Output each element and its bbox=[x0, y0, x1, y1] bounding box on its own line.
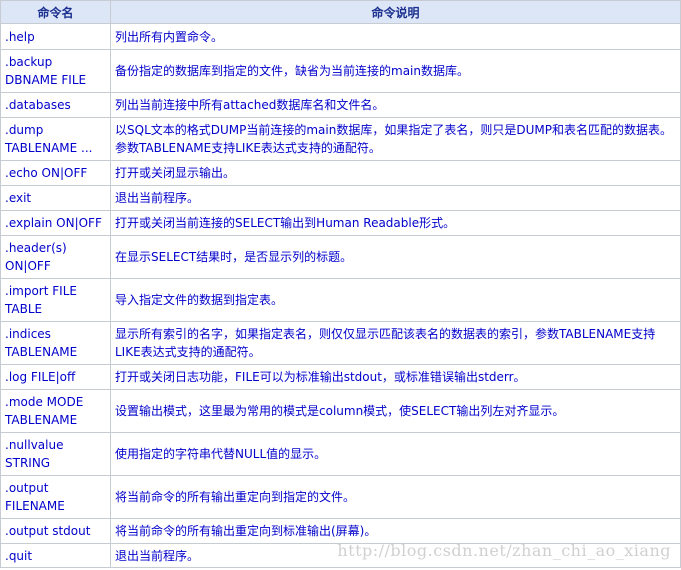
description-cell: 将当前命令的所有输出重定向到标准输出(屏幕)。 bbox=[110, 518, 681, 544]
description-cell: 列出所有内置命令。 bbox=[110, 23, 681, 50]
description-cell: 打开或关闭当前连接的SELECT输出到Human Readable形式。 bbox=[110, 210, 681, 236]
command-cell: .import FILE TABLE bbox=[0, 278, 111, 322]
table-row: .dump TABLENAME ... 以SQL文本的格式DUMP当前连接的ma… bbox=[0, 117, 681, 161]
table-row: .output stdout 将当前命令的所有输出重定向到标准输出(屏幕)。 bbox=[0, 518, 681, 544]
table-header-row: 命令名 命令说明 bbox=[0, 0, 681, 24]
description-cell: 退出当前程序。 bbox=[110, 185, 681, 211]
header-command-name: 命令名 bbox=[0, 0, 111, 24]
table-row: .explain ON|OFF 打开或关闭当前连接的SELECT输出到Human… bbox=[0, 210, 681, 236]
command-cell: .nullvalue STRING bbox=[0, 432, 111, 476]
description-cell: 在显示SELECT结果时，是否显示列的标题。 bbox=[110, 235, 681, 279]
command-cell: .header(s) ON|OFF bbox=[0, 235, 111, 279]
table-row: .quit 退出当前程序。 bbox=[0, 543, 681, 568]
command-cell: .backup DBNAME FILE bbox=[0, 49, 111, 93]
command-cell: .quit bbox=[0, 543, 111, 568]
table-row: .nullvalue STRING 使用指定的字符串代替NULL值的显示。 bbox=[0, 432, 681, 476]
command-cell: .databases bbox=[0, 92, 111, 118]
command-cell: .explain ON|OFF bbox=[0, 210, 111, 236]
description-cell: 使用指定的字符串代替NULL值的显示。 bbox=[110, 432, 681, 476]
table-row: .databases 列出当前连接中所有attached数据库名和文件名。 bbox=[0, 92, 681, 118]
command-cell: .log FILE|off bbox=[0, 364, 111, 390]
header-command-description: 命令说明 bbox=[110, 0, 681, 24]
command-cell: .mode MODE TABLENAME bbox=[0, 389, 111, 433]
command-cell: .help bbox=[0, 23, 111, 50]
description-cell: 导入指定文件的数据到指定表。 bbox=[110, 278, 681, 322]
description-cell: 打开或关闭显示输出。 bbox=[110, 160, 681, 186]
table-row: .import FILE TABLE 导入指定文件的数据到指定表。 bbox=[0, 278, 681, 322]
table-row: .echo ON|OFF 打开或关闭显示输出。 bbox=[0, 160, 681, 186]
command-cell: .output stdout bbox=[0, 518, 111, 544]
description-cell: 退出当前程序。 bbox=[110, 543, 681, 568]
table-row: .help 列出所有内置命令。 bbox=[0, 23, 681, 50]
command-cell: .output FILENAME bbox=[0, 475, 111, 519]
description-cell: 以SQL文本的格式DUMP当前连接的main数据库，如果指定了表名，则只是DUM… bbox=[110, 117, 681, 161]
table-row: .log FILE|off 打开或关闭日志功能，FILE可以为标准输出stdou… bbox=[0, 364, 681, 390]
description-cell: 列出当前连接中所有attached数据库名和文件名。 bbox=[110, 92, 681, 118]
command-cell: .echo ON|OFF bbox=[0, 160, 111, 186]
description-cell: 显示所有索引的名字，如果指定表名，则仅仅显示匹配该表名的数据表的索引，参数TAB… bbox=[110, 321, 681, 365]
description-cell: 备份指定的数据库到指定的文件，缺省为当前连接的main数据库。 bbox=[110, 49, 681, 93]
table-row: .mode MODE TABLENAME 设置输出模式，这里最为常用的模式是co… bbox=[0, 389, 681, 433]
table-row: .exit 退出当前程序。 bbox=[0, 185, 681, 211]
description-cell: 打开或关闭日志功能，FILE可以为标准输出stdout，或标准错误输出stder… bbox=[110, 364, 681, 390]
command-cell: .exit bbox=[0, 185, 111, 211]
table-row: .backup DBNAME FILE 备份指定的数据库到指定的文件，缺省为当前… bbox=[0, 49, 681, 93]
description-cell: 将当前命令的所有输出重定向到指定的文件。 bbox=[110, 475, 681, 519]
command-cell: .indices TABLENAME bbox=[0, 321, 111, 365]
commands-table: 命令名 命令说明 .help 列出所有内置命令。 .backup DBNAME … bbox=[0, 0, 681, 568]
description-cell: 设置输出模式，这里最为常用的模式是column模式，使SELECT输出列左对齐显… bbox=[110, 389, 681, 433]
command-cell: .dump TABLENAME ... bbox=[0, 117, 111, 161]
table-row: .header(s) ON|OFF 在显示SELECT结果时，是否显示列的标题。 bbox=[0, 235, 681, 279]
table-row: .indices TABLENAME 显示所有索引的名字，如果指定表名，则仅仅显… bbox=[0, 321, 681, 365]
table-row: .output FILENAME 将当前命令的所有输出重定向到指定的文件。 bbox=[0, 475, 681, 519]
